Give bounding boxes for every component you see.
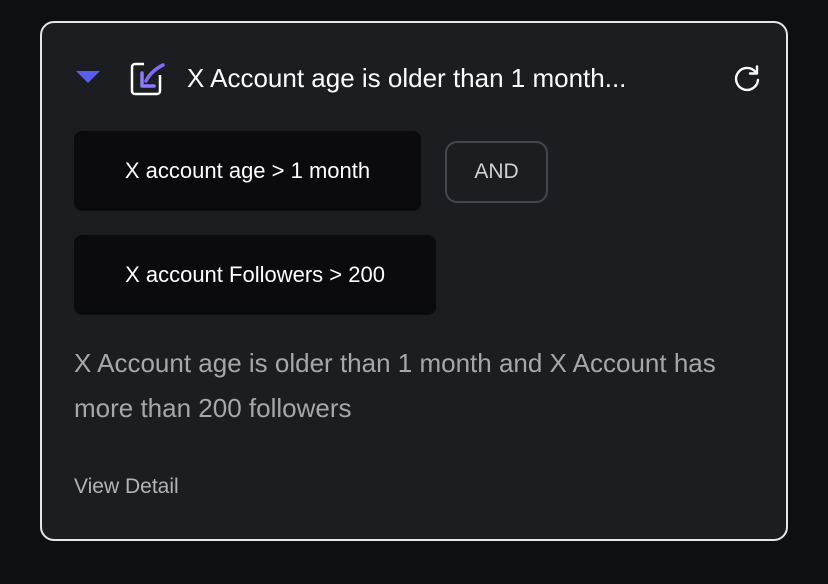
refresh-icon[interactable] [731, 63, 763, 95]
card-header: X Account age is older than 1 month... [42, 23, 786, 135]
operator-badge[interactable]: AND [445, 141, 548, 203]
caret-down-icon[interactable] [76, 71, 100, 83]
custom-logo-icon [130, 59, 168, 97]
condition-chip-followers[interactable]: X account Followers > 200 [74, 235, 436, 315]
card-title: X Account age is older than 1 month... [187, 63, 627, 93]
condition-card: X Account age is older than 1 month... X… [40, 21, 788, 541]
view-detail-link[interactable]: View Detail [74, 475, 179, 499]
condition-chip-account-age[interactable]: X account age > 1 month [74, 131, 421, 211]
condition-description: X Account age is older than 1 month and … [74, 348, 716, 423]
